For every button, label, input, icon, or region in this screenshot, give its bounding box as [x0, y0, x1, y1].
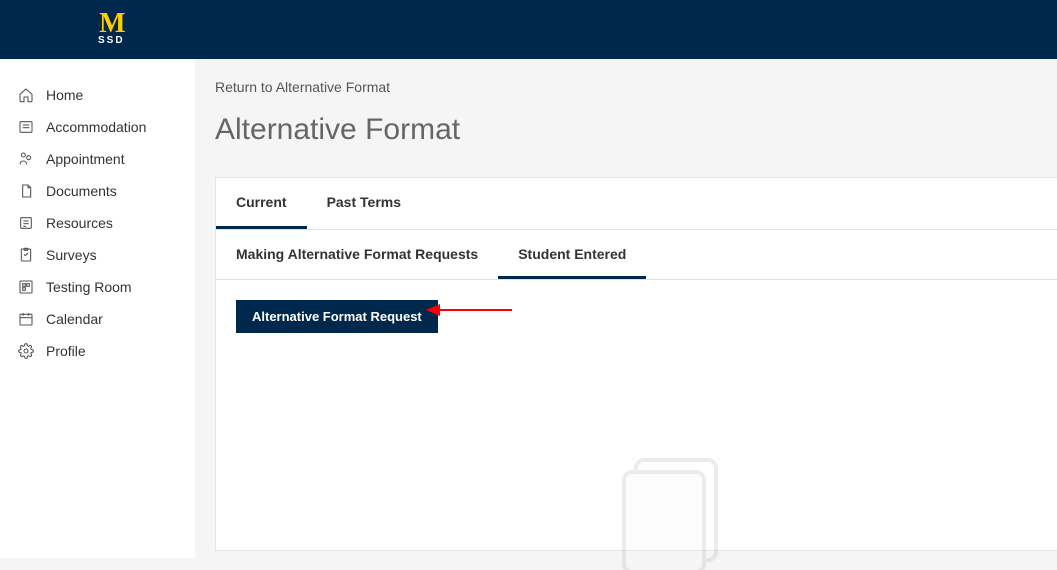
subtab-student-entered[interactable]: Student Entered: [498, 230, 646, 279]
sidebar: Home Accommodation Appointment Documents…: [0, 59, 195, 558]
content-area: Alternative Format Request: [216, 280, 1057, 550]
appointment-icon: [18, 151, 34, 167]
annotation-arrow-icon: [426, 302, 512, 318]
content-panel: Current Past Terms Making Alternative Fo…: [215, 177, 1057, 551]
sidebar-item-label: Accommodation: [46, 119, 146, 135]
breadcrumb[interactable]: Return to Alternative Format: [215, 79, 1057, 95]
sidebar-item-resources[interactable]: Resources: [0, 207, 195, 239]
sidebar-item-home[interactable]: Home: [0, 79, 195, 111]
alternative-format-request-button[interactable]: Alternative Format Request: [236, 300, 438, 333]
sidebar-item-label: Profile: [46, 343, 86, 359]
tab-current[interactable]: Current: [216, 178, 307, 229]
sidebar-item-profile[interactable]: Profile: [0, 335, 195, 367]
calendar-icon: [18, 311, 34, 327]
sidebar-item-documents[interactable]: Documents: [0, 175, 195, 207]
sidebar-item-calendar[interactable]: Calendar: [0, 303, 195, 335]
top-header: M SSD: [0, 0, 1057, 59]
documents-icon: [18, 183, 34, 199]
empty-documents-icon: [606, 450, 746, 570]
testing-room-icon: [18, 279, 34, 295]
home-icon: [18, 87, 34, 103]
sidebar-item-accommodation[interactable]: Accommodation: [0, 111, 195, 143]
page-title: Alternative Format: [215, 113, 1057, 147]
resources-icon: [18, 215, 34, 231]
sidebar-item-testing-room[interactable]: Testing Room: [0, 271, 195, 303]
accommodation-icon: [18, 119, 34, 135]
sidebar-item-label: Surveys: [46, 247, 97, 263]
sidebar-item-label: Testing Room: [46, 279, 132, 295]
subtab-making-requests[interactable]: Making Alternative Format Requests: [216, 230, 498, 279]
sidebar-item-label: Calendar: [46, 311, 103, 327]
sidebar-item-label: Appointment: [46, 151, 125, 167]
tabs: Current Past Terms: [216, 178, 1057, 230]
tab-past-terms[interactable]: Past Terms: [307, 178, 421, 229]
sidebar-item-appointment[interactable]: Appointment: [0, 143, 195, 175]
logo-ssd: SSD: [98, 35, 125, 46]
sidebar-item-label: Resources: [46, 215, 113, 231]
subtabs: Making Alternative Format Requests Stude…: [216, 230, 1057, 280]
sidebar-item-surveys[interactable]: Surveys: [0, 239, 195, 271]
surveys-icon: [18, 247, 34, 263]
logo-m: M: [99, 13, 123, 35]
main-content: Return to Alternative Format Alternative…: [195, 59, 1057, 558]
profile-icon: [18, 343, 34, 359]
logo[interactable]: M SSD: [98, 13, 125, 45]
sidebar-item-label: Home: [46, 87, 83, 103]
sidebar-item-label: Documents: [46, 183, 117, 199]
